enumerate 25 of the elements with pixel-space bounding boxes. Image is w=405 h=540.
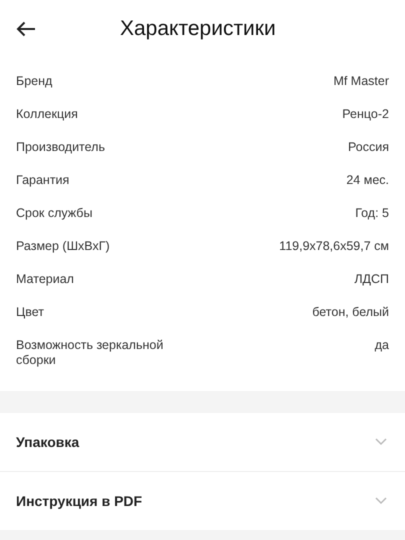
spec-value: Год: 5 xyxy=(355,206,389,221)
spec-label: Производитель xyxy=(16,140,105,155)
page-title: Характеристики xyxy=(120,17,276,41)
spec-label: Цвет xyxy=(16,305,44,320)
spec-value: Mf Master xyxy=(333,74,389,89)
back-button[interactable] xyxy=(16,19,38,39)
section-row[interactable]: Инструкция в PDF xyxy=(0,472,405,530)
chevron-icon xyxy=(375,497,387,505)
spec-label: Материал xyxy=(16,272,74,287)
spec-label: Коллекция xyxy=(16,107,78,122)
spec-value: 119,9x78,6x59,7 см xyxy=(279,239,389,254)
spec-value: Ренцо-2 xyxy=(342,107,389,122)
spec-label: Гарантия xyxy=(16,173,70,188)
spec-label: Размер (ШхВхГ) xyxy=(16,239,110,254)
chevron-icon xyxy=(375,438,387,446)
spec-value: бетон, белый xyxy=(312,305,389,320)
spec-label: Бренд xyxy=(16,74,52,89)
spec-value: ЛДСП xyxy=(354,272,389,287)
spec-value: 24 мес. xyxy=(346,173,389,188)
spec-label: Срок службы xyxy=(16,206,92,221)
spec-value: Россия xyxy=(348,140,389,155)
section-row[interactable]: Упаковка xyxy=(0,413,405,471)
back-arrow-icon xyxy=(16,21,36,37)
spec-value: да xyxy=(374,338,389,353)
spec-label: Возможность зеркальной сборки xyxy=(16,338,164,368)
